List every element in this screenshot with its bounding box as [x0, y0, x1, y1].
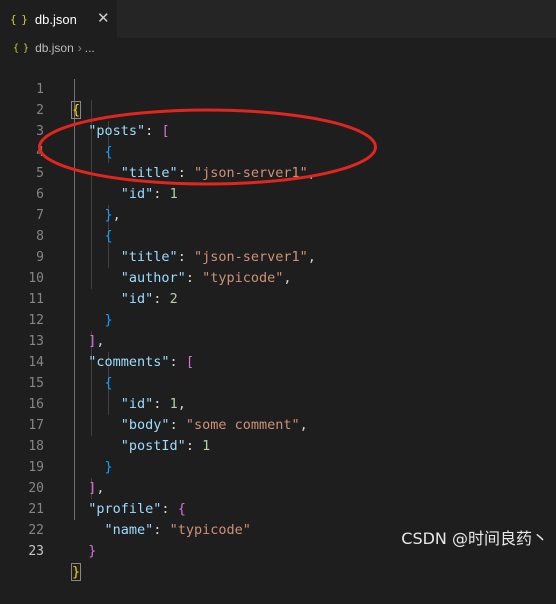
code-line: 16 "body": "some comment", — [0, 373, 556, 433]
code-line: 13 "comments": [ — [0, 310, 556, 370]
code-line: 11 } — [0, 268, 556, 328]
code-line: 7 { — [0, 184, 556, 244]
json-braces-icon: { } — [10, 12, 28, 26]
watermark-text: CSDN @时间良药丶 — [401, 529, 548, 548]
code-line: 2 "posts": [ — [0, 79, 556, 139]
tab-label: db.json — [34, 11, 77, 27]
code-line: 14 { — [0, 331, 556, 391]
close-icon[interactable]: ✕ — [97, 9, 110, 27]
code-token: } — [70, 563, 82, 581]
tab-db-json[interactable]: { } db.json ✕ — [0, 0, 117, 38]
breadcrumb: { } db.json › ... — [0, 38, 556, 58]
breadcrumb-file[interactable]: db.json — [35, 41, 74, 55]
chevron-right-icon: › — [77, 41, 82, 55]
code-line: 1 { — [0, 58, 556, 119]
code-line: 22 } — [0, 499, 556, 559]
code-line: 18 } — [0, 415, 556, 475]
code-line: 12 ], — [0, 289, 556, 349]
code-line: 17 "postId": 1 — [0, 394, 556, 454]
code-line: 10 "id": 2 — [0, 247, 556, 307]
breadcrumb-more[interactable]: ... — [85, 41, 95, 55]
code-line: 21 "name": "typicode" — [0, 478, 556, 538]
json-braces-icon: { } — [13, 42, 29, 54]
code-line: 20 "profile": { — [0, 457, 556, 517]
code-line: 9 "author": "typicode", — [0, 226, 556, 286]
line-number: 23 — [28, 544, 44, 559]
tab-bar: { } db.json ✕ — [0, 0, 556, 38]
annotation-ellipse — [38, 108, 377, 186]
code-line: 19 ], — [0, 436, 556, 496]
code-line: 15 "id": 1, — [0, 352, 556, 412]
code-line: 8 "title": "json-server1", — [0, 205, 556, 265]
